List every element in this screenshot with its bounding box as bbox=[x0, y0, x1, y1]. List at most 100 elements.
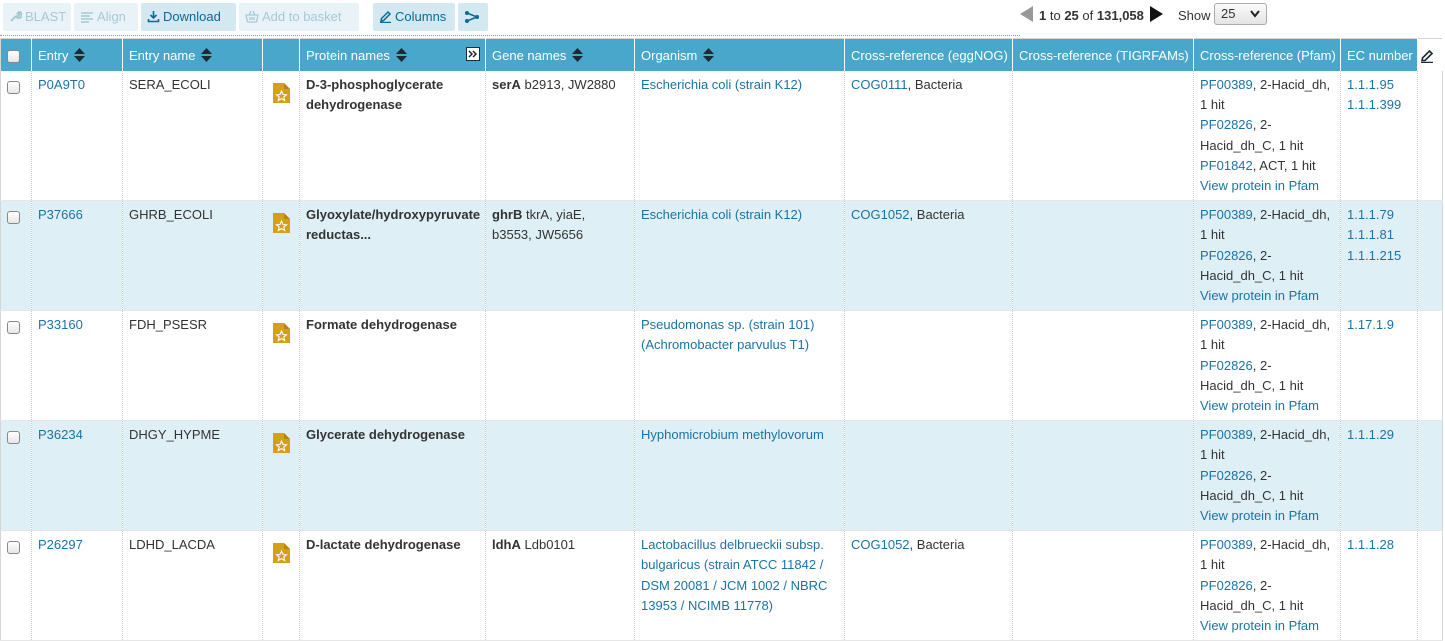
edit-spacer-cell bbox=[1417, 71, 1443, 202]
ec-number-header[interactable]: EC number bbox=[1340, 38, 1418, 71]
previous-page-icon[interactable] bbox=[1020, 6, 1033, 22]
pfam-link[interactable]: PF00389 bbox=[1200, 77, 1253, 92]
table-row[interactable]: P33160 FDH_PSESR Formate dehydrogenase P… bbox=[0, 310, 1443, 422]
pfam-entry: PF02826, 2-Hacid_dh_C, 1 hit bbox=[1200, 576, 1334, 616]
select-all-checkbox[interactable] bbox=[7, 49, 20, 63]
entry-link[interactable]: P0A9T0 bbox=[38, 77, 85, 92]
eggnog-link[interactable]: COG0111 bbox=[851, 77, 908, 92]
eggnog-link[interactable]: COG1052 bbox=[851, 537, 910, 552]
table-row[interactable]: P36234 DHGY_HYPME Glycerate dehydrogenas… bbox=[0, 420, 1443, 532]
table-row[interactable]: P26297 LDHD_LACDA D-lactate dehydrogenas… bbox=[0, 530, 1443, 641]
entry-header[interactable]: Entry bbox=[31, 38, 123, 71]
protein-name-cell: D-lactate dehydrogenase bbox=[299, 530, 486, 641]
ec-number-link[interactable]: 1.17.1.9 bbox=[1347, 315, 1411, 335]
organism-link[interactable]: Escherichia coli (strain K12) bbox=[641, 207, 802, 222]
pfam-cell: PF00389, 2-Hacid_dh, 1 hit PF02826, 2-Hac… bbox=[1193, 530, 1341, 641]
ec-number-link[interactable]: 1.1.1.95 bbox=[1347, 75, 1411, 95]
wrench-icon bbox=[10, 10, 23, 22]
entry-link[interactable]: P36234 bbox=[38, 427, 83, 442]
columns-button[interactable]: Columns bbox=[373, 3, 455, 31]
pfam-link[interactable]: PF00389 bbox=[1200, 427, 1253, 442]
pfam-link[interactable]: PF02826 bbox=[1200, 358, 1253, 373]
view-in-pfam-link[interactable]: View protein in Pfam bbox=[1200, 178, 1319, 193]
table-row[interactable]: P0A9T0 SERA_ECOLI D-3-phosphoglycerate d… bbox=[0, 71, 1443, 202]
gene-names-header[interactable]: Gene names bbox=[485, 38, 635, 71]
reviewed-document-icon[interactable] bbox=[273, 323, 290, 344]
gene-names-cell: serA b2913, JW2880 bbox=[485, 71, 635, 202]
protein-name: D-lactate dehydrogenase bbox=[306, 537, 461, 553]
pfam-link[interactable]: PF01842 bbox=[1200, 158, 1253, 173]
select-all-header bbox=[0, 38, 32, 71]
protein-name-cell: Glyoxylate/hydroxypyruvate reductas... bbox=[299, 200, 486, 312]
pfam-link[interactable]: PF02826 bbox=[1200, 117, 1253, 132]
view-in-pfam-link[interactable]: View protein in Pfam bbox=[1200, 288, 1319, 303]
reviewed-document-icon[interactable] bbox=[273, 433, 290, 454]
entry-link[interactable]: P37666 bbox=[38, 207, 83, 222]
reviewed-document-icon[interactable] bbox=[273, 543, 290, 564]
pfam-link[interactable]: PF00389 bbox=[1200, 207, 1253, 222]
gene-primary: ghrB bbox=[492, 207, 523, 223]
expand-column-icon[interactable] bbox=[466, 47, 480, 61]
organism-header[interactable]: Organism bbox=[634, 38, 845, 71]
pfam-link[interactable]: PF02826 bbox=[1200, 248, 1253, 263]
organism-link[interactable]: Lactobacillus delbrueckii subsp. bulgari… bbox=[641, 537, 827, 613]
protein-names-header[interactable]: Protein names bbox=[299, 38, 486, 71]
row-checkbox[interactable] bbox=[7, 320, 20, 334]
gene-other: b2913, JW2880 bbox=[524, 77, 616, 92]
next-page-icon[interactable] bbox=[1149, 6, 1163, 22]
table-row[interactable]: P37666 GHRB_ECOLI Glyoxylate/hydroxypyru… bbox=[0, 200, 1443, 312]
row-checkbox[interactable] bbox=[7, 540, 20, 554]
share-button[interactable] bbox=[458, 3, 488, 31]
view-in-pfam-link[interactable]: View protein in Pfam bbox=[1200, 618, 1319, 633]
pencil-icon bbox=[380, 10, 392, 24]
page-from: 1 bbox=[1039, 8, 1047, 23]
view-in-pfam-link[interactable]: View protein in Pfam bbox=[1200, 398, 1319, 413]
row-checkbox[interactable] bbox=[7, 210, 20, 224]
eggnog-header[interactable]: Cross-reference (eggNOG) bbox=[844, 38, 1013, 71]
add-to-basket-button[interactable]: Add to basket bbox=[239, 3, 359, 31]
sort-arrows-icon[interactable] bbox=[74, 47, 86, 62]
pfam-entry: PF02826, 2-Hacid_dh_C, 1 hit bbox=[1200, 466, 1334, 506]
entry-link[interactable]: P26297 bbox=[38, 537, 83, 552]
reviewed-document-icon[interactable] bbox=[273, 83, 290, 103]
align-button[interactable]: Align bbox=[74, 3, 138, 31]
entry-name-header[interactable]: Entry name bbox=[122, 38, 263, 71]
ec-number-cell: 1.1.1.29 bbox=[1340, 420, 1418, 532]
organism-link[interactable]: Hyphomicrobium methylovorum bbox=[641, 427, 824, 442]
pfam-link[interactable]: PF00389 bbox=[1200, 537, 1253, 552]
pfam-link[interactable]: PF00389 bbox=[1200, 317, 1253, 332]
status-cell bbox=[262, 71, 300, 202]
ec-number-link[interactable]: 1.1.1.29 bbox=[1347, 425, 1411, 445]
ec-number-link[interactable]: 1.1.1.215 bbox=[1347, 246, 1411, 266]
entry-name: DHGY_HYPME bbox=[129, 427, 221, 443]
pagination: 1 to 25 of 131,058 bbox=[1020, 5, 1163, 27]
reviewed-document-icon[interactable] bbox=[273, 213, 290, 234]
organism-link[interactable]: Pseudomonas sp. (strain 101) (Achromobac… bbox=[641, 317, 814, 352]
edit-columns-header[interactable] bbox=[1417, 38, 1443, 71]
sort-arrows-icon[interactable] bbox=[572, 47, 584, 62]
tigrfams-cell bbox=[1012, 530, 1194, 641]
eggnog-link[interactable]: COG1052 bbox=[851, 207, 910, 222]
ec-number-link[interactable]: 1.1.1.28 bbox=[1347, 535, 1411, 555]
blast-button[interactable]: BLAST bbox=[3, 3, 71, 31]
view-in-pfam-link[interactable]: View protein in Pfam bbox=[1200, 508, 1319, 523]
ec-number-link[interactable]: 1.1.1.399 bbox=[1347, 95, 1411, 115]
edit-columns-icon[interactable] bbox=[1420, 49, 1434, 63]
row-checkbox[interactable] bbox=[7, 80, 20, 94]
download-button[interactable]: Download bbox=[141, 3, 236, 31]
ec-number-link[interactable]: 1.1.1.79 bbox=[1347, 205, 1411, 225]
tigrfams-header[interactable]: Cross-reference (TIGRFAMs) bbox=[1012, 38, 1194, 71]
organism-link[interactable]: Escherichia coli (strain K12) bbox=[641, 77, 802, 92]
pfam-header[interactable]: Cross-reference (Pfam) bbox=[1193, 38, 1341, 71]
eggnog-cell bbox=[844, 310, 1013, 422]
pfam-link[interactable]: PF02826 bbox=[1200, 468, 1253, 483]
entry-link[interactable]: P33160 bbox=[38, 317, 83, 332]
sort-arrows-icon[interactable] bbox=[395, 47, 407, 62]
sort-arrows-icon[interactable] bbox=[703, 47, 715, 62]
sort-arrows-icon[interactable] bbox=[201, 47, 213, 62]
page-size-select[interactable]: 25 bbox=[1214, 3, 1267, 25]
ec-number-link[interactable]: 1.1.1.81 bbox=[1347, 225, 1411, 245]
pfam-link[interactable]: PF02826 bbox=[1200, 578, 1253, 593]
row-checkbox[interactable] bbox=[7, 430, 20, 444]
organism-cell: Pseudomonas sp. (strain 101) (Achromobac… bbox=[634, 310, 845, 422]
